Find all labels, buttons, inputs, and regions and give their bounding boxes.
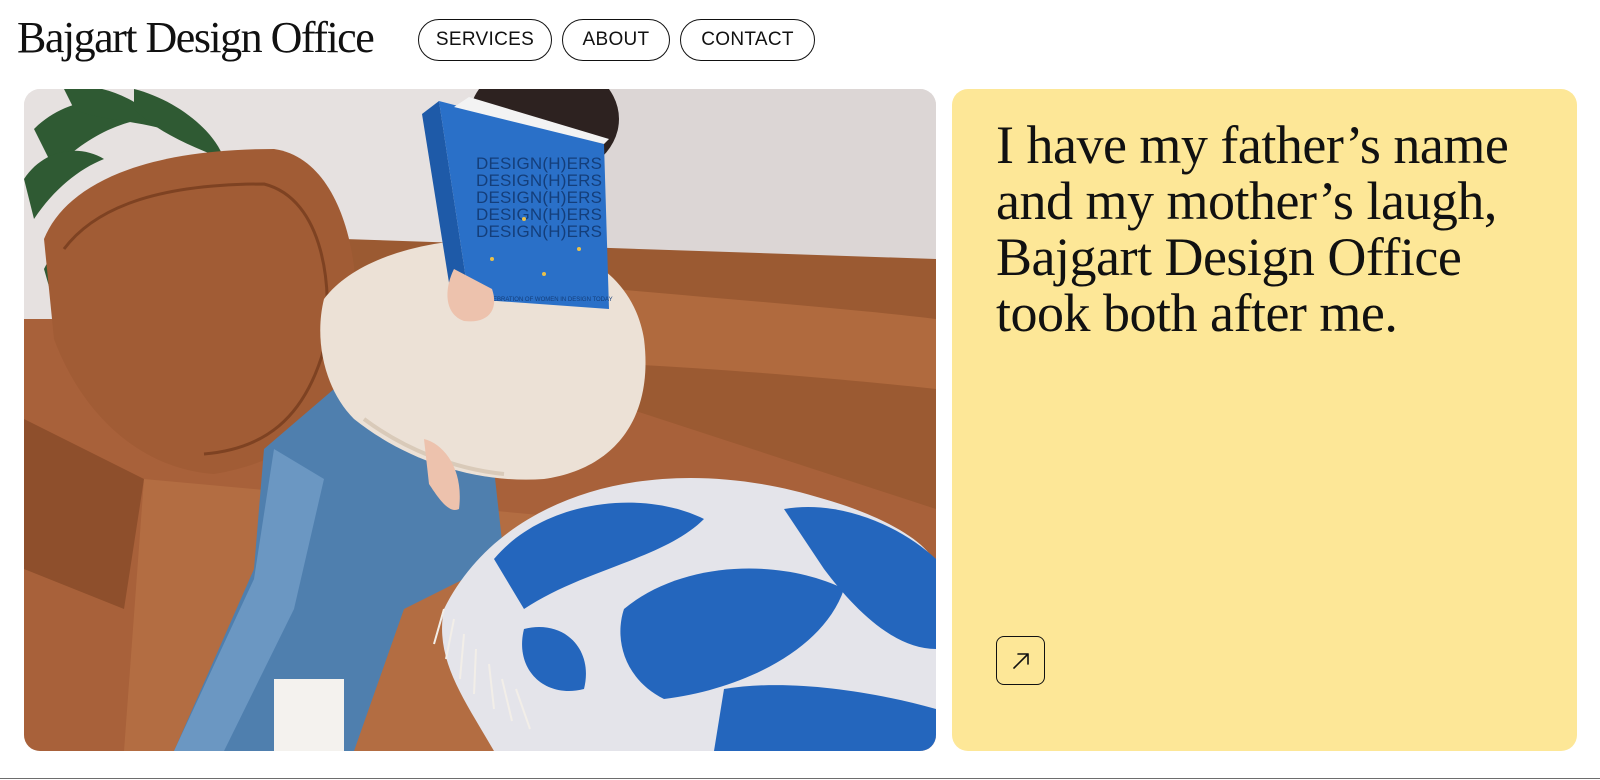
bottom-divider	[0, 778, 1600, 779]
site-logo[interactable]: Bajgart Design Office	[17, 10, 375, 66]
quote-text: I have my father’s name and my mother’s …	[996, 115, 1509, 343]
quote-card: I have my father’s name and my mother’s …	[952, 89, 1577, 751]
book-title-line: DESIGN(H)ERS	[476, 222, 602, 241]
woman-reading-illustration: DESIGN(H)ERS DESIGN(H)ERS DESIGN(H)ERS D…	[24, 89, 936, 751]
nav-contact-button[interactable]: CONTACT	[680, 19, 815, 61]
quote-arrow-button[interactable]	[996, 636, 1045, 685]
book-subtitle: A CELEBRATION OF WOMEN IN DESIGN TODAY	[476, 297, 613, 303]
arrow-up-right-icon	[1012, 652, 1029, 669]
nav-about-button[interactable]: ABOUT	[562, 19, 670, 61]
nav-services-button[interactable]: SERVICES	[418, 19, 552, 61]
hero-photo: DESIGN(H)ERS DESIGN(H)ERS DESIGN(H)ERS D…	[24, 89, 936, 751]
main-nav: SERVICES ABOUT CONTACT	[418, 19, 815, 61]
